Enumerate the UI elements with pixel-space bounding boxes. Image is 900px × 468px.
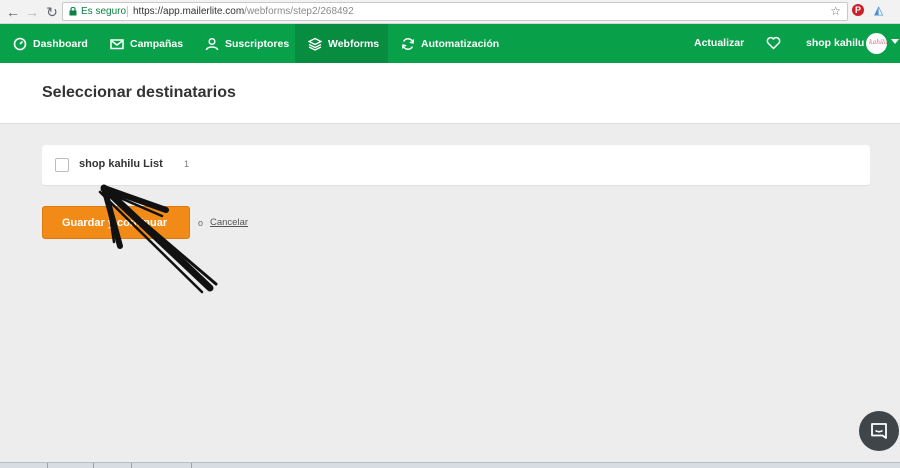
url-divider xyxy=(127,6,128,17)
list-item[interactable]: shop kahilu List 1 xyxy=(42,145,870,185)
envelope-icon xyxy=(110,38,124,49)
refresh-icon xyxy=(401,37,415,50)
hand-drawn-arrow-annotation xyxy=(98,184,218,294)
nav-subscribers-label: Suscriptores xyxy=(225,37,290,50)
reload-icon[interactable]: ↻ xyxy=(43,3,61,21)
nav-webforms[interactable]: Webforms xyxy=(295,24,388,63)
main-navigation: Dashboard Campañas Suscriptores Webforms… xyxy=(0,24,900,63)
secure-label: Es seguro xyxy=(81,6,127,17)
address-bar[interactable]: Es seguro https://app.mailerlite.com/web… xyxy=(62,2,848,21)
dashboard-icon xyxy=(13,37,27,50)
account-name[interactable]: shop kahilu xyxy=(806,24,864,63)
chat-icon xyxy=(871,423,887,439)
list-name: shop kahilu List xyxy=(79,158,163,170)
back-icon[interactable]: ← xyxy=(4,3,22,21)
page-title: Seleccionar destinatarios xyxy=(42,84,236,101)
taskbar xyxy=(0,462,900,468)
nav-automation-label: Automatización xyxy=(421,37,500,50)
avatar[interactable]: kahilu xyxy=(866,33,887,54)
nav-webforms-label: Webforms xyxy=(328,37,380,50)
pinterest-extension-icon[interactable]: P xyxy=(852,4,864,16)
upgrade-link[interactable]: Actualizar xyxy=(694,24,744,63)
chat-widget-button[interactable] xyxy=(859,411,899,451)
user-icon xyxy=(205,37,219,50)
nav-campaigns[interactable]: Campañas xyxy=(110,24,183,63)
url-text[interactable]: https://app.mailerlite.com/webforms/step… xyxy=(133,3,354,20)
taskbar-item[interactable] xyxy=(48,463,94,468)
nav-automation[interactable]: Automatización xyxy=(401,24,499,63)
taskbar-item[interactable] xyxy=(0,463,48,468)
forward-icon[interactable]: → xyxy=(23,3,41,21)
nav-subscribers[interactable]: Suscriptores xyxy=(205,24,289,63)
list-checkbox[interactable] xyxy=(55,158,69,172)
layers-icon xyxy=(308,37,322,51)
chevron-down-icon[interactable] xyxy=(891,39,899,44)
url-origin: https://app.mailerlite.com xyxy=(133,6,245,17)
browser-toolbar: ← → ↻ Es seguro https://app.mailerlite.c… xyxy=(0,0,900,24)
list-subscriber-count: 1 xyxy=(184,159,190,169)
url-path: /webforms/step2/268492 xyxy=(244,6,354,17)
heart-icon[interactable] xyxy=(766,36,781,50)
avatar-logo-text: kahilu xyxy=(869,39,887,46)
taskbar-item[interactable] xyxy=(132,463,192,468)
taskbar-item[interactable] xyxy=(94,463,132,468)
bookmark-star-icon[interactable]: ☆ xyxy=(830,3,841,20)
nav-campaigns-label: Campañas xyxy=(130,37,184,50)
nav-dashboard[interactable]: Dashboard xyxy=(13,24,88,63)
nav-dashboard-label: Dashboard xyxy=(33,37,88,50)
lock-icon xyxy=(69,7,77,16)
page-header: Seleccionar destinatarios xyxy=(0,63,900,124)
extension-icon[interactable]: ◭ xyxy=(874,3,883,17)
